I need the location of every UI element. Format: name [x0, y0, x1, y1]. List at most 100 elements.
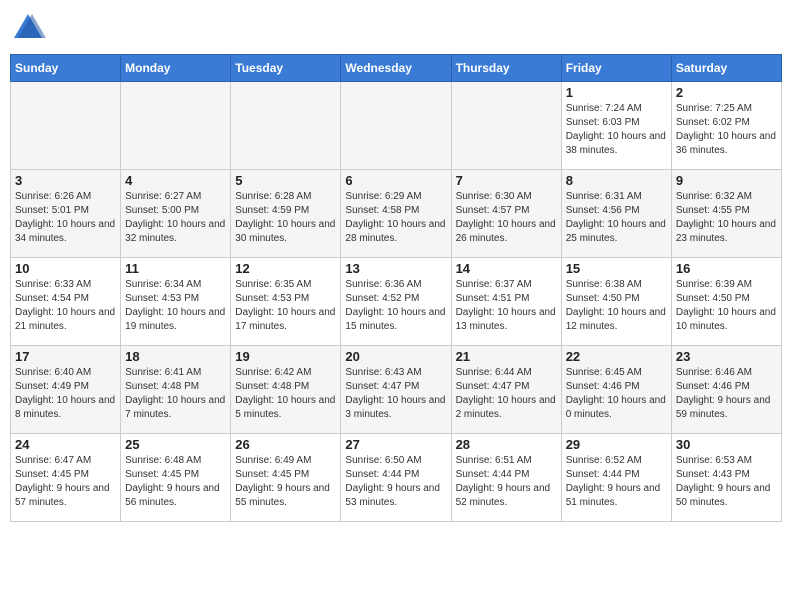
- day-info: Sunrise: 6:45 AM Sunset: 4:46 PM Dayligh…: [566, 366, 667, 422]
- day-info: Sunrise: 6:36 AM Sunset: 4:52 PM Dayligh…: [345, 278, 446, 334]
- day-info: Sunrise: 6:47 AM Sunset: 4:45 PM Dayligh…: [15, 454, 116, 510]
- day-info: Sunrise: 6:40 AM Sunset: 4:49 PM Dayligh…: [15, 366, 116, 422]
- day-number: 29: [566, 437, 667, 452]
- calendar-week-row: 24 Sunrise: 6:47 AM Sunset: 4:45 PM Dayli…: [11, 434, 782, 522]
- day-info: Sunrise: 6:50 AM Sunset: 4:44 PM Dayligh…: [345, 454, 446, 510]
- calendar-cell: 11 Sunrise: 6:34 AM Sunset: 4:53 PM Dayli…: [121, 258, 231, 346]
- day-info: Sunrise: 6:32 AM Sunset: 4:55 PM Dayligh…: [676, 190, 777, 246]
- calendar-header-row: SundayMondayTuesdayWednesdayThursdayFrid…: [11, 55, 782, 82]
- day-info: Sunrise: 6:34 AM Sunset: 4:53 PM Dayligh…: [125, 278, 226, 334]
- day-number: 27: [345, 437, 446, 452]
- day-number: 28: [456, 437, 557, 452]
- calendar-cell: 21 Sunrise: 6:44 AM Sunset: 4:47 PM Dayli…: [451, 346, 561, 434]
- day-number: 1: [566, 85, 667, 100]
- day-header-wednesday: Wednesday: [341, 55, 451, 82]
- day-info: Sunrise: 6:30 AM Sunset: 4:57 PM Dayligh…: [456, 190, 557, 246]
- day-number: 4: [125, 173, 226, 188]
- calendar-cell: 14Sunrise: 6:37 AM Sunset: 4:51 PM Dayli…: [451, 258, 561, 346]
- calendar-cell: 7 Sunrise: 6:30 AM Sunset: 4:57 PM Daylig…: [451, 170, 561, 258]
- day-info: Sunrise: 6:42 AM Sunset: 4:48 PM Dayligh…: [235, 366, 336, 422]
- calendar-cell: 27 Sunrise: 6:50 AM Sunset: 4:44 PM Dayli…: [341, 434, 451, 522]
- day-number: 26: [235, 437, 336, 452]
- calendar-cell: 18Sunrise: 6:41 AM Sunset: 4:48 PM Dayli…: [121, 346, 231, 434]
- calendar-cell: 5Sunrise: 6:28 AM Sunset: 4:59 PM Daylig…: [231, 170, 341, 258]
- day-header-saturday: Saturday: [671, 55, 781, 82]
- day-number: 21: [456, 349, 557, 364]
- calendar-cell: 30 Sunrise: 6:53 AM Sunset: 4:43 PM Dayli…: [671, 434, 781, 522]
- calendar-cell: 15 Sunrise: 6:38 AM Sunset: 4:50 PM Dayli…: [561, 258, 671, 346]
- calendar-week-row: 3 Sunrise: 6:26 AM Sunset: 5:01 PM Daylig…: [11, 170, 782, 258]
- calendar-cell: 23 Sunrise: 6:46 AM Sunset: 4:46 PM Dayli…: [671, 346, 781, 434]
- day-info: Sunrise: 6:27 AM Sunset: 5:00 PM Dayligh…: [125, 190, 226, 246]
- calendar-cell: 13 Sunrise: 6:36 AM Sunset: 4:52 PM Dayli…: [341, 258, 451, 346]
- calendar-cell: [11, 82, 121, 170]
- day-number: 7: [456, 173, 557, 188]
- page-header: [10, 10, 782, 46]
- calendar-cell: 29 Sunrise: 6:52 AM Sunset: 4:44 PM Dayli…: [561, 434, 671, 522]
- logo-icon: [10, 10, 46, 46]
- calendar-cell: [341, 82, 451, 170]
- calendar-week-row: 17 Sunrise: 6:40 AM Sunset: 4:49 PM Dayli…: [11, 346, 782, 434]
- day-header-monday: Monday: [121, 55, 231, 82]
- day-number: 16: [676, 261, 777, 276]
- calendar-cell: 25Sunrise: 6:48 AM Sunset: 4:45 PM Dayli…: [121, 434, 231, 522]
- calendar-week-row: 1 Sunrise: 7:24 AM Sunset: 6:03 PM Daylig…: [11, 82, 782, 170]
- day-info: Sunrise: 6:49 AM Sunset: 4:45 PM Dayligh…: [235, 454, 336, 510]
- calendar-cell: 9 Sunrise: 6:32 AM Sunset: 4:55 PM Daylig…: [671, 170, 781, 258]
- day-info: Sunrise: 6:33 AM Sunset: 4:54 PM Dayligh…: [15, 278, 116, 334]
- day-number: 11: [125, 261, 226, 276]
- day-info: Sunrise: 6:38 AM Sunset: 4:50 PM Dayligh…: [566, 278, 667, 334]
- day-info: Sunrise: 6:46 AM Sunset: 4:46 PM Dayligh…: [676, 366, 777, 422]
- day-number: 3: [15, 173, 116, 188]
- day-info: Sunrise: 6:53 AM Sunset: 4:43 PM Dayligh…: [676, 454, 777, 510]
- day-number: 18: [125, 349, 226, 364]
- day-info: Sunrise: 6:35 AM Sunset: 4:53 PM Dayligh…: [235, 278, 336, 334]
- day-number: 17: [15, 349, 116, 364]
- day-info: Sunrise: 6:37 AM Sunset: 4:51 PM Dayligh…: [456, 278, 557, 334]
- calendar-cell: 26 Sunrise: 6:49 AM Sunset: 4:45 PM Dayli…: [231, 434, 341, 522]
- day-info: Sunrise: 6:31 AM Sunset: 4:56 PM Dayligh…: [566, 190, 667, 246]
- day-info: Sunrise: 6:39 AM Sunset: 4:50 PM Dayligh…: [676, 278, 777, 334]
- calendar-cell: 19 Sunrise: 6:42 AM Sunset: 4:48 PM Dayli…: [231, 346, 341, 434]
- calendar-cell: [121, 82, 231, 170]
- calendar-cell: 28 Sunrise: 6:51 AM Sunset: 4:44 PM Dayli…: [451, 434, 561, 522]
- day-info: Sunrise: 6:44 AM Sunset: 4:47 PM Dayligh…: [456, 366, 557, 422]
- calendar-cell: 1 Sunrise: 7:24 AM Sunset: 6:03 PM Daylig…: [561, 82, 671, 170]
- calendar-cell: 24 Sunrise: 6:47 AM Sunset: 4:45 PM Dayli…: [11, 434, 121, 522]
- calendar-cell: 20Sunrise: 6:43 AM Sunset: 4:47 PM Dayli…: [341, 346, 451, 434]
- day-number: 15: [566, 261, 667, 276]
- calendar-cell: 10 Sunrise: 6:33 AM Sunset: 4:54 PM Dayli…: [11, 258, 121, 346]
- day-number: 30: [676, 437, 777, 452]
- calendar-cell: 3 Sunrise: 6:26 AM Sunset: 5:01 PM Daylig…: [11, 170, 121, 258]
- day-number: 19: [235, 349, 336, 364]
- day-info: Sunrise: 6:28 AM Sunset: 4:59 PM Dayligh…: [235, 190, 336, 246]
- calendar-cell: 4 Sunrise: 6:27 AM Sunset: 5:00 PM Daylig…: [121, 170, 231, 258]
- day-info: Sunrise: 7:24 AM Sunset: 6:03 PM Dayligh…: [566, 102, 667, 158]
- calendar-cell: 17 Sunrise: 6:40 AM Sunset: 4:49 PM Dayli…: [11, 346, 121, 434]
- calendar-cell: [231, 82, 341, 170]
- day-number: 13: [345, 261, 446, 276]
- day-number: 9: [676, 173, 777, 188]
- calendar-cell: 6Sunrise: 6:29 AM Sunset: 4:58 PM Daylig…: [341, 170, 451, 258]
- day-number: 6: [345, 173, 446, 188]
- day-number: 2: [676, 85, 777, 100]
- day-header-friday: Friday: [561, 55, 671, 82]
- day-number: 23: [676, 349, 777, 364]
- day-header-thursday: Thursday: [451, 55, 561, 82]
- day-number: 24: [15, 437, 116, 452]
- day-info: Sunrise: 6:51 AM Sunset: 4:44 PM Dayligh…: [456, 454, 557, 510]
- calendar-cell: 16 Sunrise: 6:39 AM Sunset: 4:50 PM Dayli…: [671, 258, 781, 346]
- calendar-cell: 12 Sunrise: 6:35 AM Sunset: 4:53 PM Dayli…: [231, 258, 341, 346]
- day-header-sunday: Sunday: [11, 55, 121, 82]
- day-number: 10: [15, 261, 116, 276]
- day-number: 12: [235, 261, 336, 276]
- day-info: Sunrise: 6:43 AM Sunset: 4:47 PM Dayligh…: [345, 366, 446, 422]
- calendar-cell: 8Sunrise: 6:31 AM Sunset: 4:56 PM Daylig…: [561, 170, 671, 258]
- calendar-week-row: 10 Sunrise: 6:33 AM Sunset: 4:54 PM Dayli…: [11, 258, 782, 346]
- day-number: 25: [125, 437, 226, 452]
- day-header-tuesday: Tuesday: [231, 55, 341, 82]
- day-info: Sunrise: 6:26 AM Sunset: 5:01 PM Dayligh…: [15, 190, 116, 246]
- day-info: Sunrise: 7:25 AM Sunset: 6:02 PM Dayligh…: [676, 102, 777, 158]
- day-info: Sunrise: 6:52 AM Sunset: 4:44 PM Dayligh…: [566, 454, 667, 510]
- calendar-cell: 22Sunrise: 6:45 AM Sunset: 4:46 PM Dayli…: [561, 346, 671, 434]
